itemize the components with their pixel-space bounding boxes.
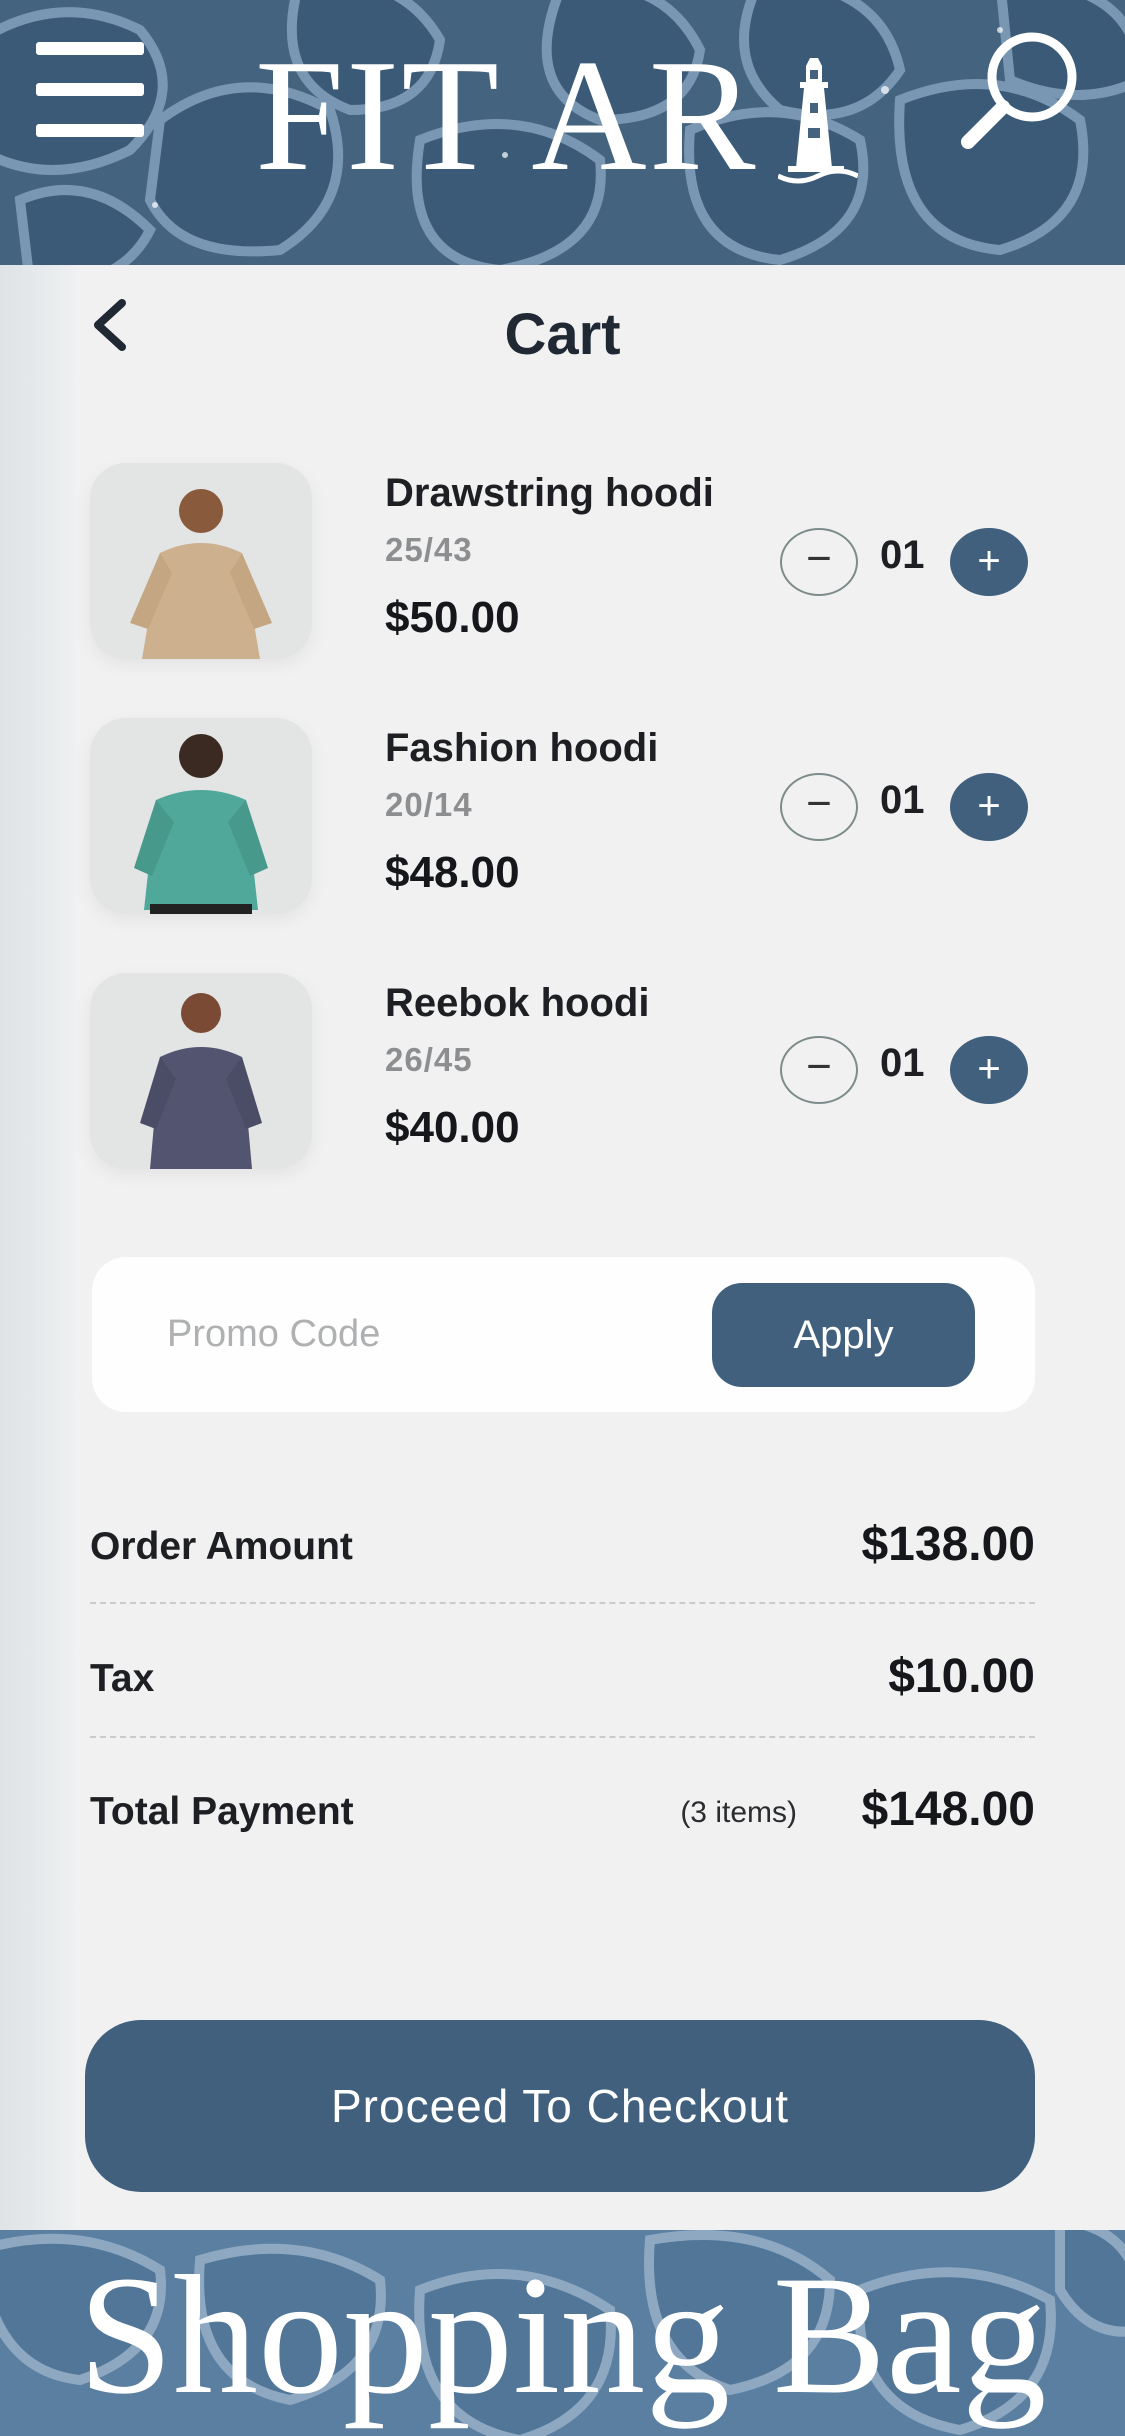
checkout-button[interactable]: Proceed To Checkout [85, 2020, 1035, 2192]
page-title: Cart [504, 302, 621, 367]
tax-label: Tax [90, 1657, 155, 1700]
total-payment-value: $148.00 [861, 1783, 1035, 1836]
lighthouse-icon [778, 58, 858, 184]
cart-item: Reebok hoodi 26/45 $40.00 − 01 + [90, 973, 1040, 1173]
order-amount-value: $138.00 [861, 1518, 1035, 1571]
apply-button[interactable]: Apply [712, 1283, 975, 1387]
hoodie-figure [140, 993, 262, 1169]
product-image[interactable] [90, 973, 312, 1169]
menu-bar [36, 42, 144, 55]
decrease-quantity-button[interactable]: − [780, 773, 858, 841]
product-size: 26/45 [385, 1041, 473, 1078]
cart-item: Fashion hoodi 20/14 $48.00 − 01 + [90, 718, 1040, 918]
cart-item: Drawstring hoodi 25/43 $50.00 − 01 + [90, 463, 1040, 663]
quantity-value: 01 [880, 1041, 925, 1085]
increase-quantity-button[interactable]: + [950, 1036, 1028, 1104]
product-name: Fashion hoodi [385, 726, 659, 770]
menu-bar [36, 124, 144, 137]
increase-quantity-button[interactable]: + [950, 528, 1028, 596]
tax-row: Tax $10.00 [90, 1637, 1035, 1727]
product-price: $40.00 [385, 1103, 520, 1152]
menu-button[interactable] [36, 42, 146, 152]
order-amount-row: Order Amount $138.00 [90, 1505, 1035, 1595]
divider [90, 1602, 1035, 1604]
search-button[interactable] [950, 22, 1090, 162]
increase-quantity-button[interactable]: + [950, 773, 1028, 841]
footer-banner: Shopping Bag [0, 2230, 1125, 2436]
promo-code-input[interactable] [167, 1287, 687, 1382]
hoodie-figure [130, 489, 272, 659]
product-name: Drawstring hoodi [385, 471, 714, 515]
product-size: 20/14 [385, 786, 473, 823]
item-count: (3 items) [680, 1796, 797, 1829]
product-size: 25/43 [385, 531, 473, 568]
total-payment-row: Total Payment (3 items) $148.00 [90, 1770, 1035, 1860]
product-price: $48.00 [385, 848, 520, 897]
decrease-quantity-button[interactable]: − [780, 1036, 858, 1104]
product-price: $50.00 [385, 593, 520, 642]
decrease-quantity-button[interactable]: − [780, 528, 858, 596]
order-amount-label: Order Amount [90, 1525, 353, 1568]
menu-bar [36, 83, 144, 96]
product-name: Reebok hoodi [385, 981, 650, 1025]
app-header: FIT AR [0, 0, 1125, 275]
hoodie-figure [134, 734, 268, 914]
product-image[interactable] [90, 463, 312, 659]
divider [90, 1736, 1035, 1738]
promo-code-box: Apply [92, 1257, 1035, 1412]
quantity-value: 01 [880, 778, 925, 822]
footer-title: Shopping Bag [78, 2241, 1047, 2429]
product-image[interactable] [90, 718, 312, 914]
quantity-value: 01 [880, 533, 925, 577]
cart-card: Cart Drawstring hoodi 25/43 $50.00 − 01 … [0, 265, 1125, 2230]
total-payment-label: Total Payment [90, 1790, 354, 1833]
tax-value: $10.00 [888, 1650, 1035, 1703]
